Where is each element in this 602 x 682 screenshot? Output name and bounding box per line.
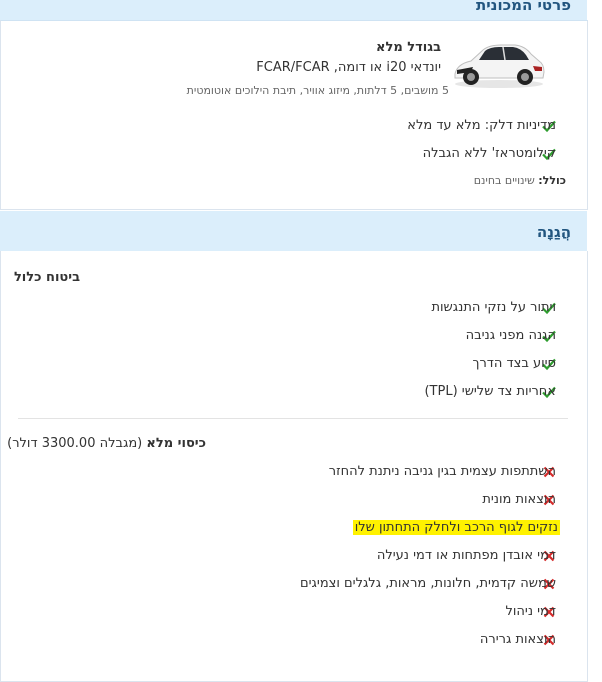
car-model: יונדאי i20 או דומה, FCAR/FCAR	[256, 60, 441, 75]
full-cover-heading: כיסוי מלא (מגבלה 3300.00 דולר)	[7, 436, 206, 451]
included-item: אחריות צד שלישי (TPL)	[424, 384, 556, 399]
car-specs: 5 מושבים, 5 דלתות, מיזוג אוויר, תיבת היל…	[186, 84, 449, 97]
protection-header: הֲגַנָה	[0, 211, 587, 251]
excluded-item: שמשה קדמית, חלונות, מראות, גלגלים וצמיגי…	[300, 576, 556, 591]
includes-label: כולל:	[538, 174, 566, 187]
included-item: ויתור על נזקי התנגשות	[431, 300, 556, 315]
highlight-mark: נזקים לגוף הרכב ולחלק התחתון שלו	[352, 520, 560, 535]
car-details-title: פרטי המכונית	[476, 0, 571, 14]
excluded-item: השתתפות עצמית בגין גניבה ניתנת להחזר	[328, 464, 556, 479]
feature-fuel-policy: מדיניות דלק: מלא עד מלא	[407, 118, 556, 133]
car-image	[454, 44, 545, 88]
includes-value: שינויים בחינם	[473, 174, 535, 187]
excluded-item: דמי אובדן מפתחות או דמי נעילה	[376, 548, 556, 563]
excluded-item: הוצאות מונית	[482, 492, 556, 507]
insurance-title: ביטוח כלול	[13, 270, 80, 285]
excluded-item-highlighted: נזקים לגוף הרכב ולחלק התחתון שלו	[352, 520, 560, 535]
protection-title: הֲגַנָה	[536, 223, 571, 241]
included-item: הגנה מפני גניבה	[465, 328, 556, 343]
full-cover-limit: (מגבלה 3300.00 דולר)	[7, 436, 143, 451]
excluded-item: דמי ניהול	[505, 604, 556, 619]
excluded-item: הוצאות גרירה	[479, 632, 556, 647]
included-item: סיוע בצד הדרך	[472, 356, 556, 371]
divider	[18, 418, 568, 419]
full-cover-title: כיסוי מלא	[146, 436, 206, 451]
feature-mileage: קילומטראז' ללא הגבלה	[422, 146, 556, 161]
car-size-label: בגודל מלא	[376, 40, 441, 55]
car-details-header: פרטי המכונית	[0, 0, 587, 20]
includes-line: כולל: שינויים בחינם	[474, 174, 566, 187]
